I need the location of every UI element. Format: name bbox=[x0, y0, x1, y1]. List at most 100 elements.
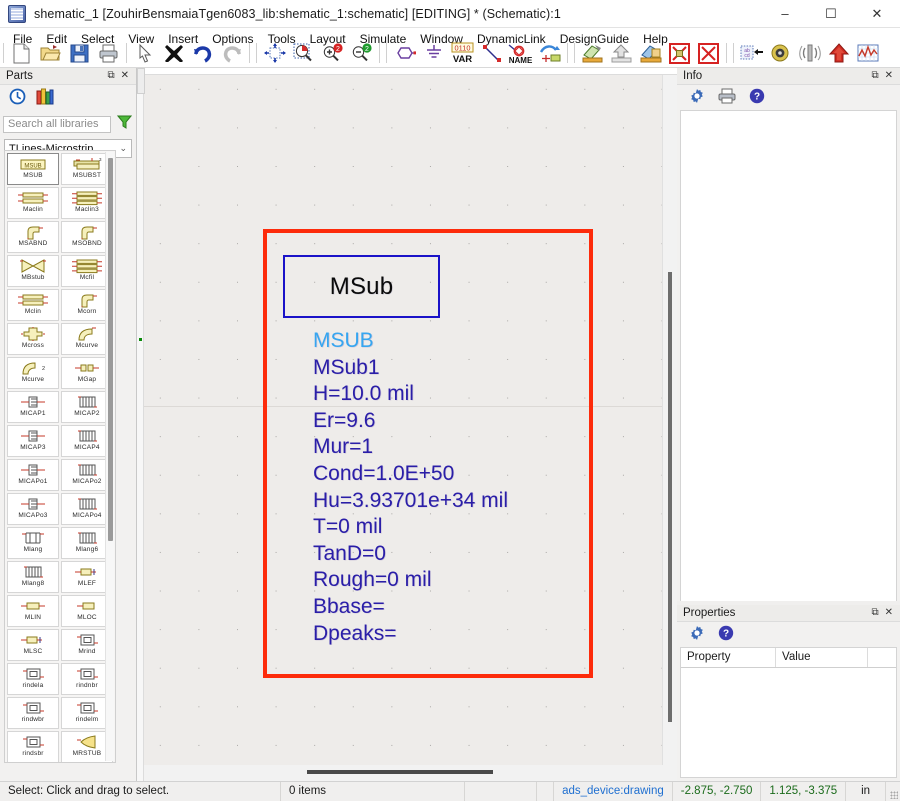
delete-x-icon[interactable] bbox=[159, 38, 188, 68]
parts-scrollbar-thumb[interactable] bbox=[108, 158, 113, 541]
redo-icon[interactable] bbox=[217, 38, 246, 68]
part-item-msabnd[interactable]: MSABND bbox=[7, 221, 59, 253]
canvas-vertical-scrollbar[interactable] bbox=[662, 75, 677, 765]
info-panel-body[interactable] bbox=[680, 110, 897, 602]
part-item-micapo3[interactable]: MICAPo3 bbox=[7, 493, 59, 525]
part-item-micap1[interactable]: MICAP1 bbox=[7, 391, 59, 423]
print-icon[interactable] bbox=[94, 38, 123, 68]
canvas-horizontal-scrollbar-thumb[interactable] bbox=[307, 770, 493, 774]
msub-symbol-box[interactable]: MSub bbox=[283, 255, 440, 318]
parts-list[interactable]: MSUB MSUB 3 MSUBST Maclin Maclin3 MSABND MSOBND… bbox=[4, 150, 116, 763]
part-label: MICAP4 bbox=[74, 444, 100, 451]
zoom-in-icon[interactable]: 2 bbox=[318, 38, 347, 68]
msub-param-11[interactable]: Dpeaks= bbox=[313, 621, 613, 648]
pop-out-icon[interactable] bbox=[607, 38, 636, 68]
part-item-maclin[interactable]: Maclin bbox=[7, 187, 59, 219]
tune-icon[interactable] bbox=[766, 38, 795, 68]
properties-panel-close-button[interactable]: ✕ bbox=[885, 608, 893, 618]
part-item-mlin[interactable]: MLIN bbox=[7, 595, 59, 627]
open-folder-icon[interactable] bbox=[36, 38, 65, 68]
var-equation-icon[interactable]: 0110 VAR bbox=[448, 38, 477, 68]
part-item-mcross[interactable]: Mcross bbox=[7, 323, 59, 355]
part-item-mbstub[interactable]: MBstub bbox=[7, 255, 59, 287]
undo-icon[interactable] bbox=[188, 38, 217, 68]
parts-vertical-scrollbar[interactable] bbox=[105, 152, 114, 761]
schematic-canvas[interactable]: MSub MSUB MSub1 H=10.0 mil Er=9.6 Mur=1 Cond=… bbox=[137, 68, 677, 781]
msub-param-10[interactable]: Bbase= bbox=[313, 594, 613, 621]
history-clock-icon[interactable] bbox=[9, 88, 26, 108]
msub-param-3[interactable]: Er=9.6 bbox=[313, 408, 613, 435]
msub-param-8[interactable]: TanD=0 bbox=[313, 541, 613, 568]
msub-param-9[interactable]: Rough=0 mil bbox=[313, 567, 613, 594]
wire-name-icon[interactable]: NAME bbox=[506, 38, 535, 68]
insert-pin-icon[interactable] bbox=[535, 38, 564, 68]
parts-panel-close-button[interactable]: ✕ bbox=[121, 71, 129, 81]
port-icon[interactable] bbox=[390, 38, 419, 68]
wire-icon[interactable] bbox=[477, 38, 506, 68]
funnel-filter-icon[interactable] bbox=[116, 115, 133, 133]
close-button[interactable]: ✕ bbox=[854, 0, 900, 28]
zoom-out-icon[interactable]: 2 bbox=[347, 38, 376, 68]
parts-panel-float-button[interactable]: ⧉ bbox=[107, 71, 114, 81]
part-symbol-icon bbox=[67, 224, 107, 240]
canvas-ruler-corner[interactable] bbox=[137, 68, 145, 94]
status-layer[interactable]: ads_device:drawing bbox=[553, 781, 673, 801]
library-books-icon[interactable] bbox=[36, 88, 54, 108]
ground-icon[interactable] bbox=[419, 38, 448, 68]
toolbar-grip-3[interactable] bbox=[383, 40, 390, 66]
part-symbol-icon bbox=[13, 666, 53, 682]
part-item-micapo1[interactable]: MICAPo1 bbox=[7, 459, 59, 491]
msub-param-1[interactable]: MSub1 bbox=[313, 355, 613, 382]
component-back-annotate-icon[interactable]: ab cd bbox=[737, 38, 766, 68]
part-item-rindsbr[interactable]: rindsbr bbox=[7, 731, 59, 762]
part-item-micap3[interactable]: MICAP3 bbox=[7, 425, 59, 457]
select-arrow-icon[interactable] bbox=[130, 38, 159, 68]
deactivate-icon[interactable] bbox=[665, 38, 694, 68]
toolbar-grip-1[interactable] bbox=[0, 40, 7, 66]
push-into-hierarchy-icon[interactable] bbox=[636, 38, 665, 68]
part-item-mlang[interactable]: Mlang bbox=[7, 527, 59, 559]
zoom-area-icon[interactable] bbox=[289, 38, 318, 68]
activate-icon[interactable] bbox=[694, 38, 723, 68]
part-item-mcurve[interactable]: 2 Mcurve bbox=[7, 357, 59, 389]
properties-table[interactable]: Property Value bbox=[680, 647, 897, 778]
msub-param-7[interactable]: T=0 mil bbox=[313, 514, 613, 541]
msub-param-0[interactable]: MSUB bbox=[313, 328, 613, 355]
toolbar-grip-2[interactable] bbox=[253, 40, 260, 66]
simulate-icon[interactable] bbox=[824, 38, 853, 68]
canvas-vertical-scrollbar-thumb[interactable] bbox=[668, 272, 672, 722]
toolbar-grip-5[interactable] bbox=[730, 40, 737, 66]
window-resize-grip[interactable] bbox=[886, 782, 900, 801]
msub-parameter-list[interactable]: MSUB MSub1 H=10.0 mil Er=9.6 Mur=1 Cond=1.0E+… bbox=[313, 328, 613, 647]
msub-param-4[interactable]: Mur=1 bbox=[313, 434, 613, 461]
print-icon[interactable] bbox=[718, 88, 736, 107]
save-icon[interactable] bbox=[65, 38, 94, 68]
msub-param-2[interactable]: H=10.0 mil bbox=[313, 381, 613, 408]
maximize-button[interactable]: ☐ bbox=[808, 0, 854, 28]
canvas-horizontal-scrollbar[interactable] bbox=[144, 765, 677, 781]
help-icon[interactable]: ? bbox=[718, 625, 734, 644]
part-item-rindwbr[interactable]: rindwbr bbox=[7, 697, 59, 729]
info-panel-close-button[interactable]: ✕ bbox=[885, 71, 893, 81]
msub-param-5[interactable]: Cond=1.0E+50 bbox=[313, 461, 613, 488]
part-item-msub-selected[interactable]: MSUB MSUB bbox=[7, 153, 59, 185]
part-item-mclin[interactable]: Mclin bbox=[7, 289, 59, 321]
help-icon[interactable]: ? bbox=[749, 88, 765, 107]
part-item-mlsc[interactable]: MLSC bbox=[7, 629, 59, 661]
toolbar-grip-4[interactable] bbox=[571, 40, 578, 66]
part-item-rindela[interactable]: rindela bbox=[7, 663, 59, 695]
minimize-button[interactable]: – bbox=[762, 0, 808, 28]
gear-icon[interactable] bbox=[689, 88, 705, 107]
tuning-icon[interactable] bbox=[795, 38, 824, 68]
push-into-icon[interactable] bbox=[578, 38, 607, 68]
info-panel-float-button[interactable]: ⧉ bbox=[871, 71, 878, 81]
gear-icon[interactable] bbox=[689, 625, 705, 644]
part-label: rindnbr bbox=[76, 682, 98, 689]
properties-panel-float-button[interactable]: ⧉ bbox=[871, 608, 878, 618]
new-document-icon[interactable] bbox=[7, 38, 36, 68]
part-item-mlang8[interactable]: Mlang8 bbox=[7, 561, 59, 593]
msub-param-6[interactable]: Hu=3.93701e+34 mil bbox=[313, 488, 613, 515]
zoom-fit-icon[interactable] bbox=[260, 38, 289, 68]
search-input[interactable]: Search all libraries bbox=[3, 115, 111, 133]
display-results-icon[interactable] bbox=[853, 38, 882, 68]
